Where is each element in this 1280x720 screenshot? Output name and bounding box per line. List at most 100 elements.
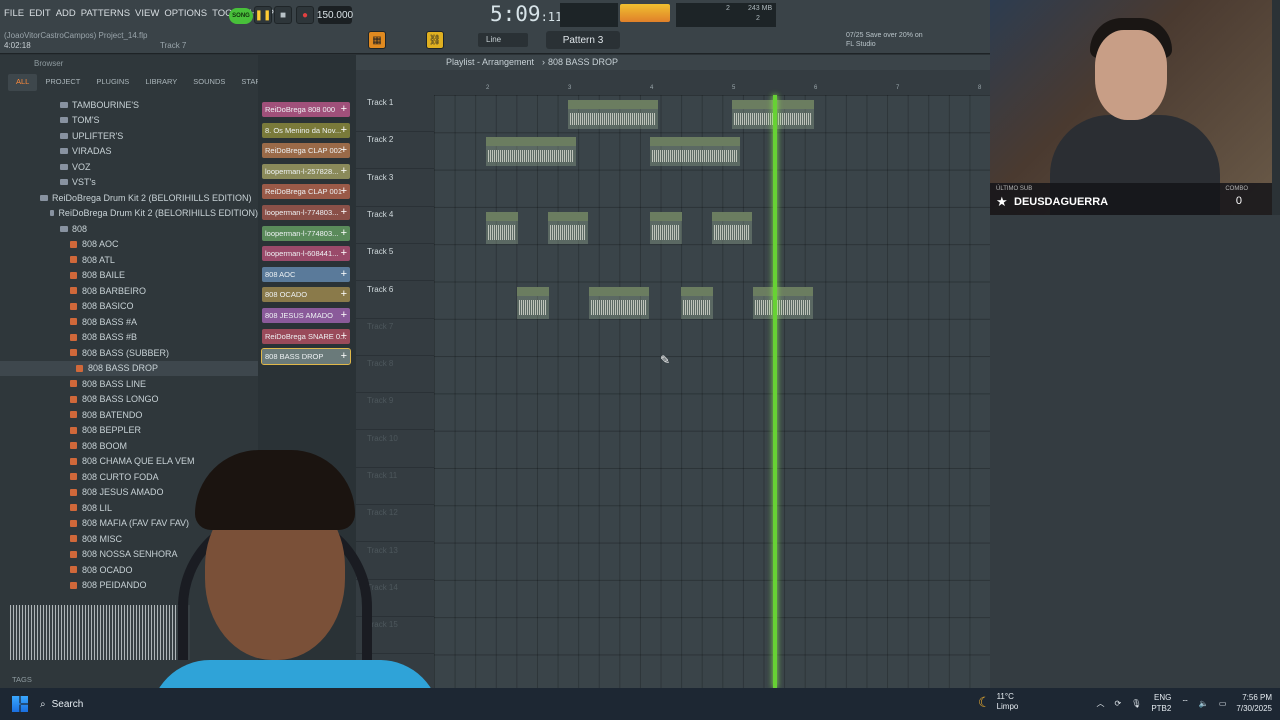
arrangement-grid[interactable] bbox=[434, 95, 990, 688]
channel-button[interactable]: looperman-l-774803... + bbox=[262, 225, 350, 241]
menu-item-add[interactable]: ADD bbox=[56, 8, 76, 19]
add-icon[interactable]: + bbox=[341, 288, 347, 300]
add-icon[interactable]: + bbox=[341, 247, 347, 259]
browser-folder[interactable]: ReiDoBrega Drum Kit 2 (BELORIHILLS EDITI… bbox=[0, 190, 258, 206]
channel-button[interactable]: 808 AOC + bbox=[262, 266, 350, 282]
browser-file[interactable]: 808 BAILE bbox=[0, 268, 258, 284]
channel-button[interactable]: ReiDoBrega 808 000 + bbox=[262, 102, 350, 117]
browser-file[interactable]: 808 BASS LINE bbox=[0, 376, 258, 392]
audio-clip[interactable]: 808...OP bbox=[712, 212, 752, 244]
channel-button[interactable]: ReiDoBrega CLAP 002 + bbox=[262, 143, 350, 159]
channel-button[interactable]: 808 JESUS AMADO + bbox=[262, 308, 350, 323]
browser-folder[interactable]: UPLIFTER'S bbox=[0, 128, 258, 144]
browser-folder[interactable]: VST's bbox=[0, 175, 258, 191]
sync-icon[interactable]: ⟳ bbox=[1114, 699, 1121, 708]
tempo-display[interactable]: 150.000 bbox=[317, 6, 353, 24]
add-icon[interactable]: + bbox=[341, 185, 347, 197]
audio-clip[interactable]: 808...OP bbox=[650, 212, 682, 244]
browser-folder[interactable]: TOM'S bbox=[0, 113, 258, 129]
audio-clip[interactable]: looperman-l...andsharkszn bbox=[650, 137, 740, 166]
browser-tab-library[interactable]: LIBRARY bbox=[137, 74, 185, 91]
audio-clip[interactable]: 808...OP bbox=[486, 212, 518, 244]
browser-file[interactable]: 808 BARBEIRO bbox=[0, 283, 258, 299]
channel-button[interactable]: 808 BASS DROP + bbox=[261, 348, 351, 366]
browser-file[interactable]: 808 BASS LONGO bbox=[0, 392, 258, 408]
add-icon[interactable]: + bbox=[341, 103, 347, 115]
browser-file[interactable]: 808 AOC bbox=[0, 237, 258, 253]
add-icon[interactable]: + bbox=[341, 268, 347, 280]
browser-file[interactable]: 808 BASS DROP bbox=[0, 360, 258, 376]
menu-item-file[interactable]: FILE bbox=[4, 8, 24, 19]
channel-button[interactable]: 8. Os Menino da Nov... + bbox=[262, 122, 350, 138]
audio-clip[interactable]: 808 BASS DROP bbox=[753, 287, 813, 319]
channel-button[interactable]: ReiDoBrega SNARE 0... + bbox=[262, 328, 350, 344]
speaker-icon[interactable]: 🔈 bbox=[1199, 699, 1209, 708]
news-panel[interactable]: 07/25 Save over 20% on FL Studio bbox=[846, 31, 923, 49]
weather-widget[interactable]: ☾ 11°C Limpo bbox=[978, 692, 1018, 712]
browser-tab-sounds[interactable]: SOUNDS bbox=[185, 74, 233, 91]
channel-button[interactable]: ReiDoBrega CLAP 001 + bbox=[262, 184, 350, 200]
link-icon[interactable]: ⛓ bbox=[426, 31, 444, 49]
record-icon[interactable]: ● bbox=[296, 6, 314, 24]
browser-tab-all[interactable]: ALL bbox=[8, 74, 38, 91]
playlist-window-icon[interactable]: ▦ bbox=[368, 31, 386, 49]
audio-clip[interactable]: 808...OP bbox=[681, 287, 713, 319]
browser-folder[interactable]: 808 bbox=[0, 221, 258, 237]
menu-item-options[interactable]: OPTIONS bbox=[164, 8, 207, 19]
menu-item-view[interactable]: VIEW bbox=[135, 8, 159, 19]
song-mode-toggle[interactable]: SONG bbox=[229, 8, 253, 24]
track-header[interactable]: Track 4 bbox=[356, 207, 434, 244]
track-header[interactable]: Track 1 bbox=[356, 95, 434, 132]
stop-icon[interactable]: ■ bbox=[274, 6, 292, 24]
playhead[interactable] bbox=[773, 95, 777, 688]
pause-icon[interactable]: ❚❚ bbox=[254, 6, 272, 24]
audio-clip[interactable]: looperman-l...andsharkszn bbox=[486, 137, 576, 166]
browser-folder[interactable]: VOZ bbox=[0, 159, 258, 175]
track-header[interactable]: Track 3 bbox=[356, 170, 434, 207]
add-icon[interactable]: + bbox=[341, 350, 347, 362]
add-icon[interactable]: + bbox=[341, 124, 347, 136]
clock[interactable]: 7:56 PM 7/30/2025 bbox=[1236, 692, 1272, 714]
audio-clip[interactable]: looperman-l...andsharkszn bbox=[568, 100, 658, 129]
browser-tab-project[interactable]: PROJECT bbox=[37, 74, 88, 91]
audio-clip[interactable]: 808...OP bbox=[548, 212, 588, 244]
browser-file[interactable]: 808 BATENDO bbox=[0, 407, 258, 423]
track-header[interactable]: Track 9 bbox=[356, 393, 434, 431]
channel-button[interactable]: looperman-l-257828... + bbox=[262, 163, 350, 179]
snap-select[interactable]: Line bbox=[478, 33, 528, 47]
browser-folder[interactable]: VIRADAS bbox=[0, 144, 258, 160]
track-header[interactable]: Track 7 bbox=[356, 319, 434, 356]
chevron-up-icon[interactable]: ︿ bbox=[1096, 698, 1104, 709]
browser-file[interactable]: 808 BASS (SUBBER) bbox=[0, 345, 258, 361]
menu-item-edit[interactable]: EDIT bbox=[29, 8, 51, 19]
mic-icon[interactable]: 🎙 bbox=[1131, 699, 1141, 708]
browser-file[interactable]: 808 BASS #A bbox=[0, 314, 258, 330]
track-header[interactable]: Track 5 bbox=[356, 244, 434, 282]
browser-file[interactable]: 808 BASS #B bbox=[0, 330, 258, 346]
add-icon[interactable]: + bbox=[341, 227, 347, 239]
channel-button[interactable]: 808 OCADO + bbox=[262, 287, 350, 303]
add-icon[interactable]: + bbox=[341, 165, 347, 177]
windows-start-icon[interactable] bbox=[12, 696, 28, 712]
audio-clip[interactable]: 808 BASS DROP bbox=[589, 287, 649, 319]
channel-button[interactable]: looperman-l-774803... + bbox=[262, 205, 350, 220]
channel-button[interactable]: looperman-l-608441... + bbox=[262, 246, 350, 262]
track-header[interactable]: Track 2 bbox=[356, 132, 434, 170]
browser-tab-plugins[interactable]: PLUGINS bbox=[88, 74, 137, 91]
add-icon[interactable]: + bbox=[341, 206, 347, 218]
language-indicator[interactable]: ENG PTB2 bbox=[1151, 692, 1171, 714]
battery-icon[interactable]: ▭ bbox=[1219, 699, 1227, 708]
add-icon[interactable]: + bbox=[341, 144, 347, 156]
track-header[interactable]: Track 6 bbox=[356, 282, 434, 319]
timeline-ruler[interactable]: 2 3 4 5 6 7 8 bbox=[434, 85, 990, 95]
add-icon[interactable]: + bbox=[341, 330, 347, 342]
add-icon[interactable]: + bbox=[341, 309, 347, 321]
audio-clip[interactable]: 808...OP bbox=[517, 287, 549, 319]
taskbar-search[interactable]: ⌕ Search bbox=[40, 694, 150, 714]
wifi-icon[interactable]: ⌔ bbox=[1181, 698, 1189, 708]
track-header[interactable]: Track 8 bbox=[356, 356, 434, 394]
pattern-selector[interactable]: Pattern 3 bbox=[546, 31, 620, 49]
browser-folder[interactable]: TAMBOURINE'S bbox=[0, 97, 258, 113]
browser-file[interactable]: 808 BEPPLER bbox=[0, 423, 258, 439]
browser-folder[interactable]: ReiDoBrega Drum Kit 2 (BELORIHILLS EDITI… bbox=[0, 206, 258, 222]
